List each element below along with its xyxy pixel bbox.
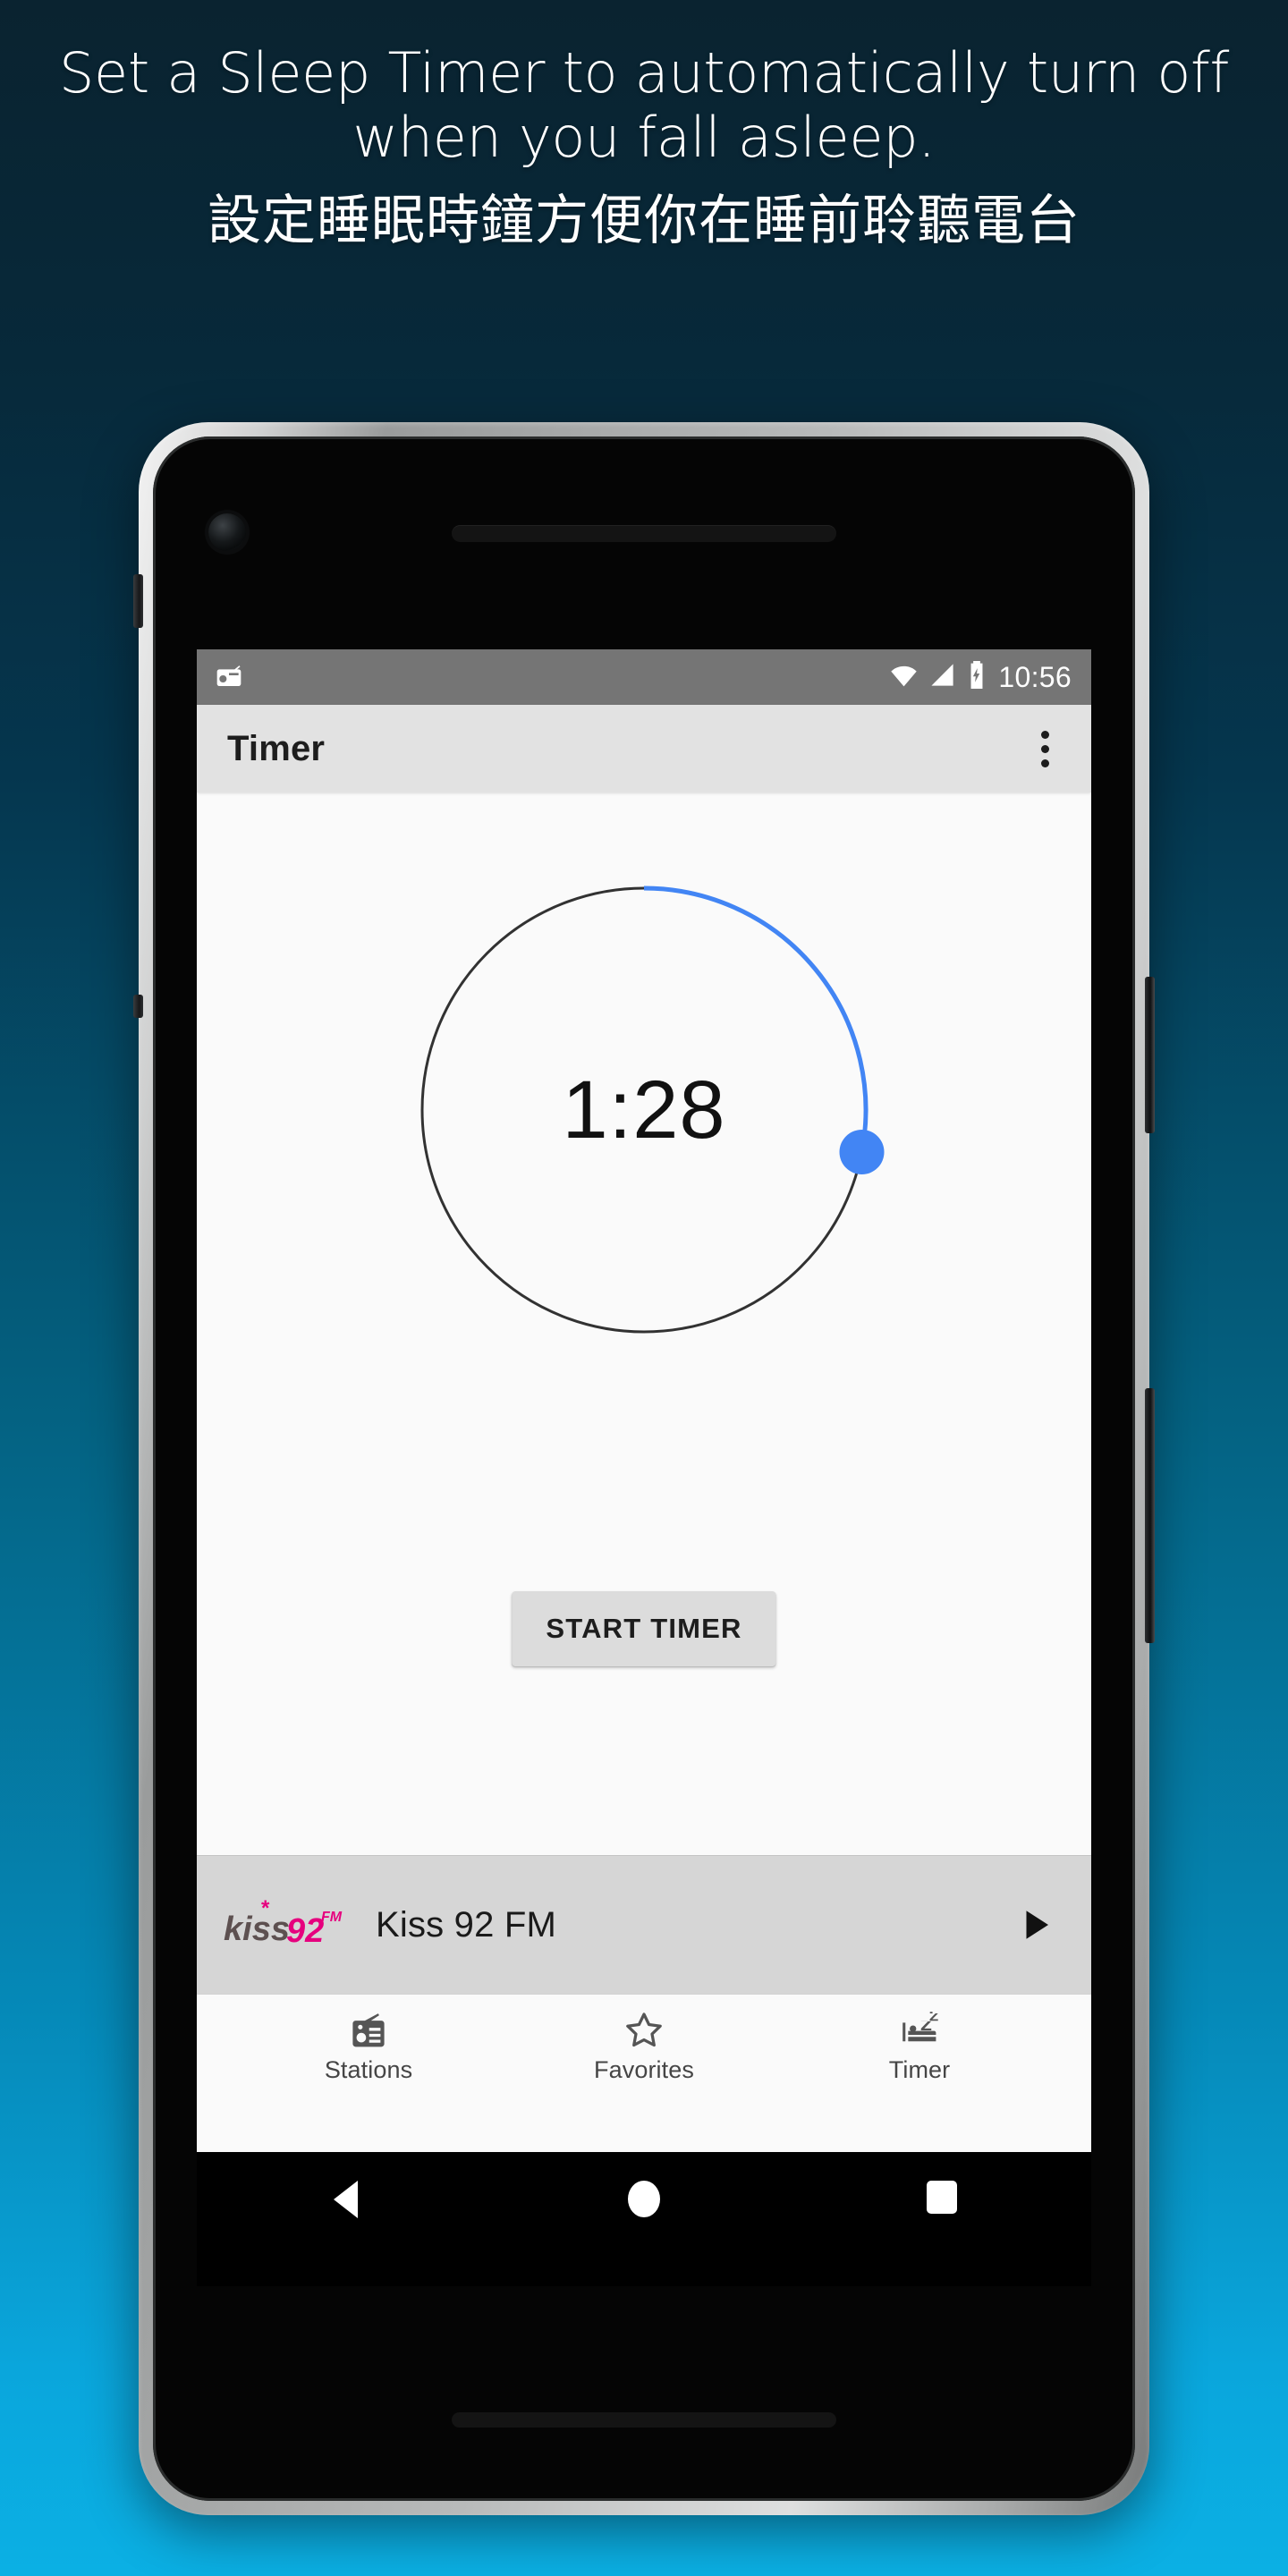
android-system-nav-bar: [197, 2152, 1091, 2286]
nav-label-timer: Timer: [888, 2056, 951, 2083]
radio-icon: [349, 2010, 388, 2051]
svg-text:kiss: kiss: [224, 1911, 290, 1948]
nav-item-stations[interactable]: Stations: [231, 1995, 506, 2099]
radio-icon: [215, 661, 243, 694]
app-bar: Timer: [197, 705, 1091, 792]
bottom-speaker-grille: [452, 2412, 836, 2428]
nav-label-stations: Stations: [324, 2056, 413, 2083]
earpiece-speaker-grille: [452, 525, 836, 542]
back-triangle-icon[interactable]: [197, 2181, 495, 2218]
bottom-navigation-bar: Stations Favorites Timer: [197, 1994, 1091, 2099]
status-bar-indicators: 10:56: [890, 661, 1072, 693]
app-screen: 10:56 Timer 1:28 START TIMER * kiss 92 F…: [197, 649, 1091, 2152]
cell-signal-icon: [929, 662, 955, 692]
left-antenna-band-lower: [133, 995, 143, 1018]
status-bar-clock: 10:56: [998, 661, 1072, 693]
front-camera-icon: [208, 513, 246, 551]
recents-square-icon[interactable]: [793, 2181, 1091, 2214]
status-bar: 10:56: [197, 649, 1091, 705]
battery-charging-icon: [967, 661, 987, 693]
svg-text:FM: FM: [321, 1910, 343, 1925]
sleep-bed-icon: [899, 2010, 940, 2051]
start-timer-button[interactable]: START TIMER: [512, 1591, 776, 1666]
station-logo: * kiss 92 FM: [222, 1894, 343, 1956]
timer-content-area: 1:28 START TIMER: [197, 792, 1091, 1855]
nav-label-favorites: Favorites: [594, 2056, 694, 2083]
now-playing-bar[interactable]: * kiss 92 FM Kiss 92 FM: [197, 1855, 1091, 1994]
phone-device-mockup: 10:56 Timer 1:28 START TIMER * kiss 92 F…: [133, 422, 1155, 2515]
promo-headline-english: Set a Sleep Timer to automatically turn …: [58, 40, 1230, 170]
wifi-icon: [890, 661, 918, 693]
left-antenna-band: [133, 574, 143, 628]
phone-screen-glass: 10:56 Timer 1:28 START TIMER * kiss 92 F…: [153, 436, 1135, 2501]
timer-dial[interactable]: 1:28: [394, 860, 894, 1360]
volume-rocker-button[interactable]: [1145, 1388, 1155, 1643]
promo-headline-chinese: 設定睡眠時鐘方便你在睡前聆聽電台: [208, 189, 1080, 252]
kiss92fm-logo-icon: * kiss 92 FM: [224, 1897, 343, 1950]
timer-value-label: 1:28: [562, 1063, 726, 1156]
promo-headline-block: Set a Sleep Timer to automatically turn …: [0, 41, 1288, 255]
nav-item-timer[interactable]: Timer: [782, 1995, 1057, 2099]
overflow-menu-icon[interactable]: [1021, 717, 1068, 780]
status-bar-notifications: [215, 661, 243, 694]
svg-text:92: 92: [286, 1912, 324, 1950]
now-playing-station-name: Kiss 92 FM: [376, 1904, 557, 1945]
nav-item-favorites[interactable]: Favorites: [506, 1995, 782, 2099]
home-circle-icon[interactable]: [495, 2181, 792, 2217]
play-icon[interactable]: [1011, 1898, 1061, 1952]
star-outline-icon: [623, 2010, 665, 2051]
page-title: Timer: [227, 728, 326, 768]
power-button[interactable]: [1145, 977, 1155, 1133]
